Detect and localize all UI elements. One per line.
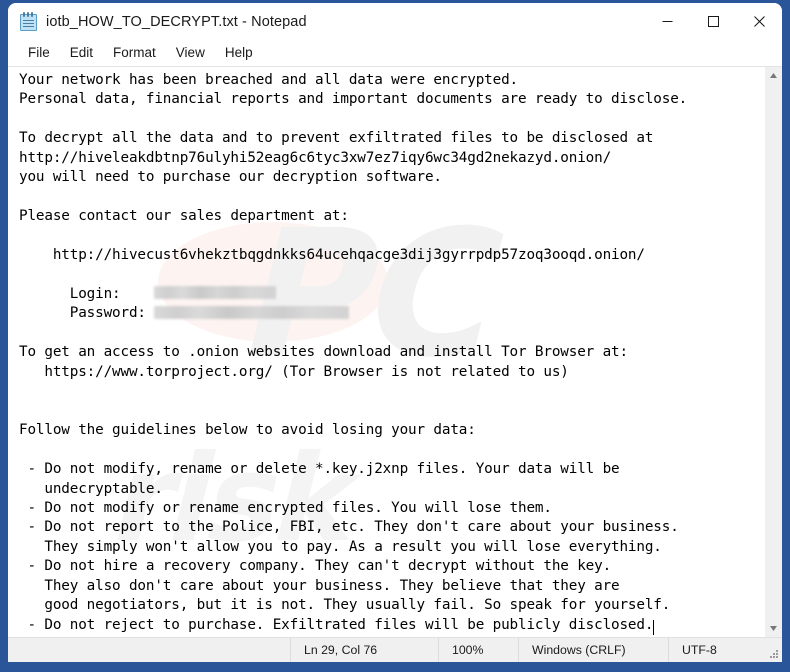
- notepad-window: iotb_HOW_TO_DECRYPT.txt - Notepad File E…: [8, 3, 782, 662]
- menu-item-help[interactable]: Help: [215, 43, 263, 63]
- close-icon: [753, 16, 765, 27]
- menu-item-edit[interactable]: Edit: [60, 43, 103, 63]
- notepad-icon: [20, 12, 37, 31]
- editor-area: PC risk Your network has been breached a…: [8, 67, 782, 637]
- title-bar: iotb_HOW_TO_DECRYPT.txt - Notepad: [8, 3, 782, 40]
- note-body-bottom: To get an access to .onion websites down…: [19, 344, 679, 633]
- vertical-scrollbar[interactable]: [764, 67, 782, 637]
- minimize-icon: [662, 21, 672, 22]
- desktop-background: iotb_HOW_TO_DECRYPT.txt - Notepad File E…: [0, 0, 790, 672]
- minimize-button[interactable]: [644, 3, 690, 40]
- status-bar: Ln 29, Col 76 100% Windows (CRLF) UTF-8: [8, 637, 782, 662]
- scroll-down-icon: [770, 626, 777, 631]
- note-body-top: Your network has been breached and all d…: [19, 72, 688, 264]
- menu-item-format[interactable]: Format: [103, 43, 166, 63]
- scroll-up-icon: [770, 73, 777, 78]
- password-label: Password:: [19, 305, 155, 322]
- title-bar-left: iotb_HOW_TO_DECRYPT.txt - Notepad: [8, 12, 307, 31]
- text-editor[interactable]: PC risk Your network has been breached a…: [8, 67, 764, 637]
- window-title: iotb_HOW_TO_DECRYPT.txt - Notepad: [46, 13, 307, 30]
- text-caret: [653, 619, 655, 635]
- scroll-up-button[interactable]: [765, 67, 782, 84]
- status-cursor-position[interactable]: Ln 29, Col 76: [290, 638, 438, 662]
- menu-item-file[interactable]: File: [18, 43, 60, 63]
- close-button[interactable]: [736, 3, 782, 40]
- ransom-note-text: Your network has been breached and all d…: [8, 67, 764, 635]
- status-zoom-level[interactable]: 100%: [438, 638, 518, 662]
- login-label: Login:: [19, 285, 155, 302]
- menu-item-view[interactable]: View: [166, 43, 215, 63]
- maximize-icon: [707, 16, 719, 27]
- status-line-ending[interactable]: Windows (CRLF): [518, 638, 668, 662]
- login-value-redacted: [154, 286, 277, 300]
- status-encoding[interactable]: UTF-8: [668, 638, 782, 662]
- window-controls: [644, 3, 782, 40]
- resize-grip-icon[interactable]: [769, 649, 779, 659]
- menu-bar: File Edit Format View Help: [8, 40, 782, 67]
- scroll-down-button[interactable]: [765, 620, 782, 637]
- maximize-button[interactable]: [690, 3, 736, 40]
- password-value-redacted: [154, 305, 350, 319]
- scrollbar-track[interactable]: [765, 84, 782, 620]
